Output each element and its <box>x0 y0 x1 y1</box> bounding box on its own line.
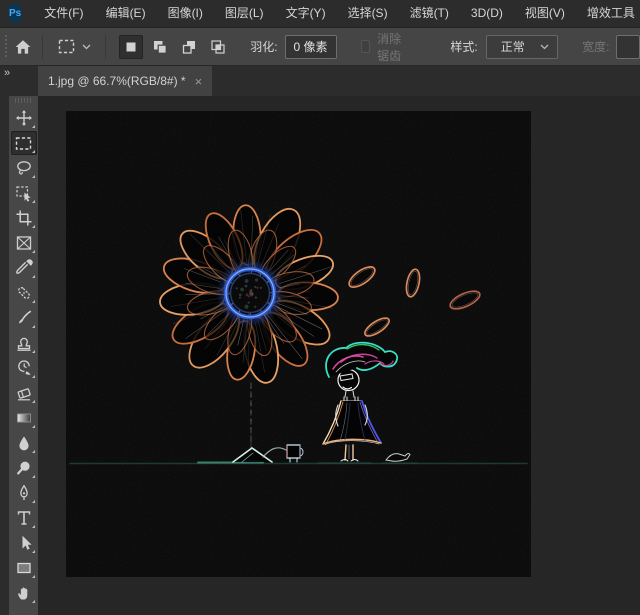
healing-bandage-icon <box>15 284 33 302</box>
tool-rectangular-marquee-button[interactable] <box>11 131 37 155</box>
photoshop-logo: Ps <box>9 4 21 23</box>
tool-gradient-button[interactable] <box>11 406 37 430</box>
chevron-down-icon <box>540 44 549 50</box>
tool-move-button[interactable] <box>11 106 37 130</box>
document-tab[interactable]: 1.jpg @ 66.7%(RGB/8#) * × <box>38 66 212 96</box>
dodge-icon <box>15 459 33 477</box>
intersect-selection-button[interactable] <box>206 35 230 59</box>
panel-header: » <box>0 66 38 96</box>
document-canvas[interactable] <box>66 111 531 577</box>
expand-panels-icon[interactable]: » <box>4 67 9 79</box>
selection-mode-group <box>119 35 230 59</box>
canvas-area[interactable] <box>38 96 640 615</box>
add-to-selection-button[interactable] <box>148 35 172 59</box>
move-tool-icon <box>15 109 33 127</box>
toolbar-grip[interactable] <box>15 98 33 103</box>
rectangular-marquee-icon <box>14 134 33 153</box>
feather-label: 羽化: <box>250 38 277 55</box>
crop-icon <box>15 209 33 227</box>
tools-panel-edge <box>0 96 9 615</box>
tools-panel <box>0 96 38 615</box>
tool-path-selection-button[interactable] <box>11 531 37 555</box>
home-button[interactable] <box>13 33 34 61</box>
tool-spot-healing-button[interactable] <box>11 281 37 305</box>
tool-rectangle-button[interactable] <box>11 556 37 580</box>
tool-pen-button[interactable] <box>11 481 37 505</box>
menu-plugins[interactable]: 增效工具 <box>576 0 640 27</box>
tool-blur-button[interactable] <box>11 431 37 455</box>
menu-view[interactable]: 视图(V) <box>514 0 576 27</box>
document-tab-title: 1.jpg @ 66.7%(RGB/8#) * <box>48 74 186 88</box>
subtract-from-selection-button[interactable] <box>177 35 201 59</box>
history-brush-icon <box>15 359 33 377</box>
tool-eraser-button[interactable] <box>11 381 37 405</box>
object-selection-icon <box>15 184 33 202</box>
menu-edit[interactable]: 编辑(E) <box>95 0 157 27</box>
chevron-down-icon <box>82 44 91 50</box>
menu-select[interactable]: 选择(S) <box>337 0 399 27</box>
rectangle-shape-icon <box>15 559 33 577</box>
brush-icon <box>15 309 33 327</box>
menu-image[interactable]: 图像(I) <box>157 0 214 27</box>
tool-crop-button[interactable] <box>11 206 37 230</box>
tool-frame-button[interactable] <box>11 231 37 255</box>
style-value: 正常 <box>501 38 525 55</box>
tool-history-brush-button[interactable] <box>11 356 37 380</box>
style-select[interactable]: 正常 <box>486 35 558 59</box>
tool-dodge-button[interactable] <box>11 456 37 480</box>
lasso-icon <box>15 159 33 177</box>
tool-hand-button[interactable] <box>11 581 37 605</box>
tab-close-icon[interactable]: × <box>195 75 203 88</box>
clone-stamp-icon <box>15 334 33 352</box>
separator <box>105 35 106 59</box>
eyedropper-icon <box>15 259 33 277</box>
new-selection-button[interactable] <box>119 35 143 59</box>
eraser-icon <box>15 384 33 402</box>
document-artwork <box>66 111 531 577</box>
frame-icon <box>15 234 33 252</box>
menu-type[interactable]: 文字(Y) <box>275 0 337 27</box>
tool-preset-button[interactable] <box>51 33 97 61</box>
menu-layer[interactable]: 图层(L) <box>214 0 275 27</box>
width-label: 宽度: <box>582 38 609 55</box>
photoshop-window: Ps 文件(F) 编辑(E) 图像(I) 图层(L) 文字(Y) 选择(S) 滤… <box>0 0 640 615</box>
tool-type-button[interactable] <box>11 506 37 530</box>
feather-input[interactable]: 0 像素 <box>285 35 337 59</box>
options-bar: 羽化: 0 像素 消除锯齿 样式: 正常 宽度: <box>0 28 640 66</box>
menu-3d[interactable]: 3D(D) <box>460 0 514 27</box>
workspace <box>0 96 640 615</box>
subtract-from-selection-icon <box>180 38 198 56</box>
antialias-checkbox <box>361 40 371 53</box>
options-bar-grip[interactable] <box>5 35 7 59</box>
path-selection-arrow-icon <box>15 534 33 552</box>
rectangular-marquee-icon <box>57 37 76 56</box>
home-icon <box>14 38 32 56</box>
new-selection-icon <box>122 38 140 56</box>
document-tab-bar: » 1.jpg @ 66.7%(RGB/8#) * × <box>0 66 640 96</box>
tool-brush-button[interactable] <box>11 306 37 330</box>
intersect-selection-icon <box>209 38 227 56</box>
gradient-icon <box>15 409 33 427</box>
add-to-selection-icon <box>151 38 169 56</box>
separator <box>42 35 43 59</box>
toolbar <box>9 96 38 615</box>
type-icon <box>15 509 33 527</box>
style-label: 样式: <box>450 38 477 55</box>
tool-clone-stamp-button[interactable] <box>11 331 37 355</box>
hand-icon <box>15 584 33 602</box>
tool-lasso-button[interactable] <box>11 156 37 180</box>
menu-filter[interactable]: 滤镜(T) <box>399 0 460 27</box>
pen-icon <box>15 484 33 502</box>
antialias-label: 消除锯齿 <box>377 30 410 64</box>
blur-drop-icon <box>15 434 33 452</box>
tool-eyedropper-button[interactable] <box>11 256 37 280</box>
tool-object-selection-button[interactable] <box>11 181 37 205</box>
menu-file[interactable]: 文件(F) <box>33 0 94 27</box>
menu-bar: Ps 文件(F) 编辑(E) 图像(I) 图层(L) 文字(Y) 选择(S) 滤… <box>0 0 640 28</box>
width-input <box>616 35 640 59</box>
